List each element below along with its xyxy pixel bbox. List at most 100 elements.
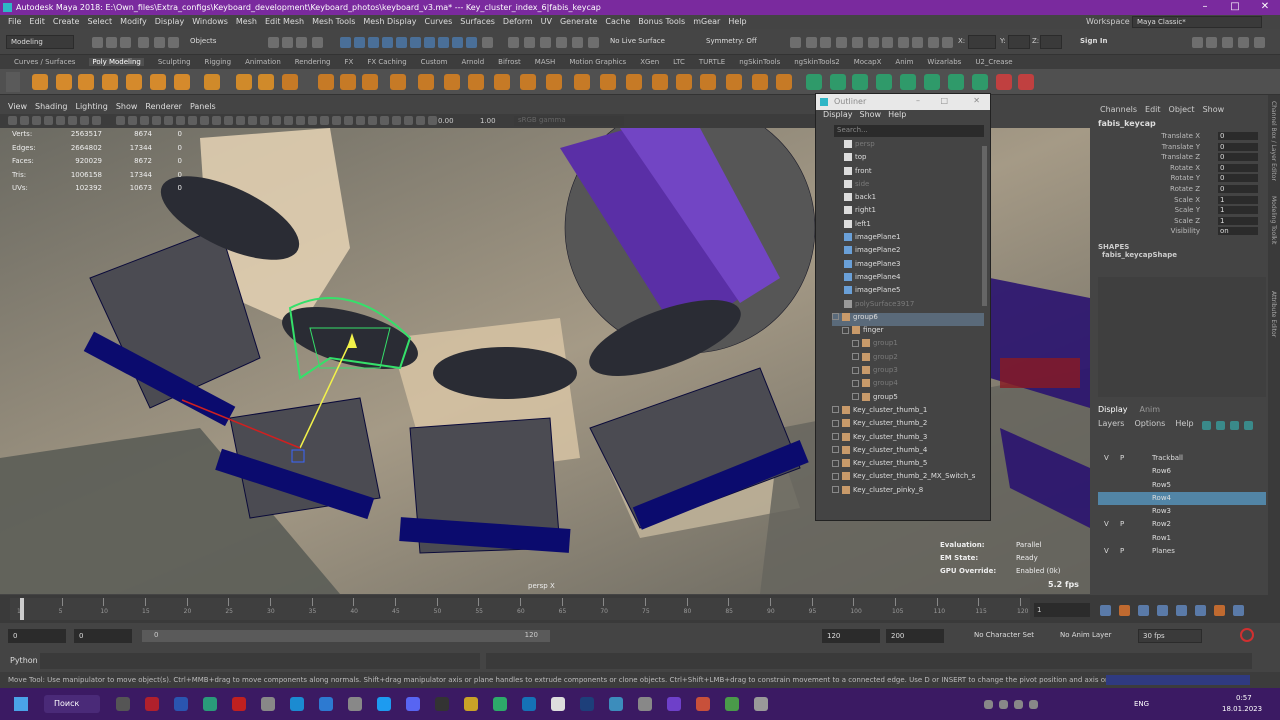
exposure-field[interactable]: 0.00 <box>438 117 454 125</box>
menu-generate[interactable]: Generate <box>560 17 597 26</box>
toolbar-tool-icon[interactable] <box>1222 37 1233 48</box>
expand-icon[interactable] <box>832 406 839 414</box>
toolbar-tool-icon[interactable] <box>296 37 307 48</box>
network-icon[interactable] <box>999 700 1008 709</box>
shelf-tab-animation[interactable]: Animation <box>245 58 281 66</box>
viewport-tool-icon[interactable] <box>128 116 137 125</box>
taskbar-app-icon[interactable] <box>580 697 594 711</box>
taskbar-app-icon[interactable] <box>290 697 304 711</box>
channel-attribute-value[interactable]: 1 <box>1218 216 1258 225</box>
close-button[interactable]: ✕ <box>973 96 980 105</box>
toolbar-tool-icon[interactable] <box>556 37 567 48</box>
outliner-item[interactable]: Key_cluster_thumb_2_MX_Switch_s <box>832 472 984 485</box>
toolbar-tool-icon[interactable] <box>92 37 103 48</box>
toolbar-tool-icon[interactable] <box>1254 37 1265 48</box>
toolbar-tool-icon[interactable] <box>168 37 179 48</box>
shelf-tool-icon[interactable] <box>830 74 846 90</box>
viewport-menu-lighting[interactable]: Lighting <box>75 102 107 111</box>
layer-visibility-toggle[interactable]: V <box>1104 547 1109 555</box>
toolbar-tool-icon[interactable] <box>368 37 379 48</box>
taskbar-app-icon[interactable] <box>116 697 130 711</box>
viewport-tool-icon[interactable] <box>176 116 185 125</box>
outliner-item[interactable]: Key_cluster_thumb_2 <box>832 419 984 432</box>
toolbar-tool-icon[interactable] <box>790 37 801 48</box>
layer-tool-icon[interactable] <box>1244 421 1253 430</box>
channel-attribute-value[interactable]: 1 <box>1218 206 1258 215</box>
viewport-menu-show[interactable]: Show <box>116 102 138 111</box>
toolbar-tool-icon[interactable] <box>1192 37 1203 48</box>
channel-attribute[interactable]: Visibility on <box>1092 227 1280 238</box>
channel-attribute[interactable]: Scale X 1 <box>1092 195 1280 207</box>
channel-attribute-value[interactable]: 0 <box>1218 153 1258 162</box>
taskbar-app-icon[interactable] <box>232 697 246 711</box>
viewport-tool-icon[interactable] <box>80 116 89 125</box>
shelf-tab-turtle[interactable]: TURTLE <box>699 58 725 66</box>
outliner-search-input[interactable]: Search... <box>834 125 984 137</box>
taskbar-app-icon[interactable] <box>406 697 420 711</box>
shelf-tab-curves-surfaces[interactable]: Curves / Surfaces <box>14 58 75 66</box>
shelf-menu-icon[interactable] <box>6 72 20 92</box>
toolbar-tool-icon[interactable] <box>154 37 165 48</box>
outliner-item[interactable]: front <box>832 166 984 180</box>
menu-uv[interactable]: UV <box>541 17 552 26</box>
channel-attribute-value[interactable]: on <box>1218 227 1258 236</box>
channel-box-menu-edit[interactable]: Edit <box>1145 105 1161 114</box>
channel-box-menu-object[interactable]: Object <box>1169 105 1195 114</box>
taskbar-app-icon[interactable] <box>696 697 710 711</box>
shelf-tool-icon[interactable] <box>776 74 792 90</box>
shelf-tab-mash[interactable]: MASH <box>535 58 556 66</box>
shelf-tool-icon[interactable] <box>924 74 940 90</box>
shelf-tool-icon[interactable] <box>972 74 988 90</box>
toolbar-tool-icon[interactable] <box>928 37 939 48</box>
gamma-field[interactable]: 1.00 <box>480 117 496 125</box>
close-button[interactable]: ✕ <box>1250 1 1280 12</box>
toolbar-tool-icon[interactable] <box>482 37 493 48</box>
toolbar-tool-icon[interactable] <box>282 37 293 48</box>
shelf-tool-icon[interactable] <box>32 74 48 90</box>
taskbar-app-icon[interactable] <box>348 697 362 711</box>
shelf-tab-poly-modeling[interactable]: Poly Modeling <box>89 58 144 66</box>
viewport-tool-icon[interactable] <box>272 116 281 125</box>
expand-icon[interactable] <box>852 366 859 374</box>
expand-icon[interactable] <box>852 339 859 347</box>
channel-attribute-value[interactable]: 0 <box>1218 142 1258 151</box>
toolbar-tool-icon[interactable] <box>836 37 847 48</box>
current-time-marker[interactable] <box>20 598 24 620</box>
viewport-tool-icon[interactable] <box>308 116 317 125</box>
channel-attribute[interactable]: Translate Y 0 <box>1092 142 1280 154</box>
taskbar-app-icon[interactable] <box>754 697 768 711</box>
toolbar-tool-icon[interactable] <box>868 37 879 48</box>
viewport-tool-icon[interactable] <box>140 116 149 125</box>
time-slider[interactable]: 1 5 10 15 20 25 30 35 40 45 50 55 60 65 70 75 80 85 90 95 10… <box>0 595 1280 623</box>
viewport-tool-icon[interactable] <box>368 116 377 125</box>
expand-icon[interactable] <box>852 353 859 361</box>
shelf-tool-icon[interactable] <box>78 74 94 90</box>
channel-attribute[interactable]: Scale Z 1 <box>1092 216 1280 228</box>
viewport-tool-icon[interactable] <box>164 116 173 125</box>
expand-icon[interactable] <box>832 313 839 321</box>
shelf-tool-icon[interactable] <box>652 74 668 90</box>
shelf-tab-motion-graphics[interactable]: Motion Graphics <box>569 58 626 66</box>
toolbar-tool-icon[interactable] <box>466 37 477 48</box>
viewport-tool-icon[interactable] <box>116 116 125 125</box>
side-tab[interactable]: Modeling Toolkit <box>1270 196 1277 244</box>
viewport-tool-icon[interactable] <box>332 116 341 125</box>
layer-menu-options[interactable]: Options <box>1134 419 1165 428</box>
workspace-dropdown[interactable]: Maya Classic* <box>1132 16 1262 28</box>
channel-attribute[interactable]: Translate X 0 <box>1092 132 1280 143</box>
outliner-item[interactable]: imagePlane2 <box>832 246 984 259</box>
battery-icon[interactable] <box>1029 700 1038 709</box>
outliner-titlebar[interactable]: Outliner – □ ✕ <box>816 94 990 110</box>
layer-visibility-toggle[interactable]: V <box>1104 454 1109 462</box>
shelf-tab-fx-caching[interactable]: FX Caching <box>367 58 406 66</box>
shelf-tab-mocapx[interactable]: MocapX <box>854 58 882 66</box>
viewport-menu-view[interactable]: View <box>8 102 27 111</box>
shelf-tool-icon[interactable] <box>726 74 742 90</box>
layer-row[interactable]: Row4 <box>1098 491 1266 506</box>
layer-tool-icon[interactable] <box>1202 421 1211 430</box>
toolbar-tool-icon[interactable] <box>540 37 551 48</box>
fps-dropdown[interactable]: 30 fps <box>1138 629 1202 643</box>
viewport-tool-icon[interactable] <box>260 116 269 125</box>
layer-row[interactable]: Row3 <box>1098 505 1266 518</box>
shelf-tool-icon[interactable] <box>56 74 72 90</box>
